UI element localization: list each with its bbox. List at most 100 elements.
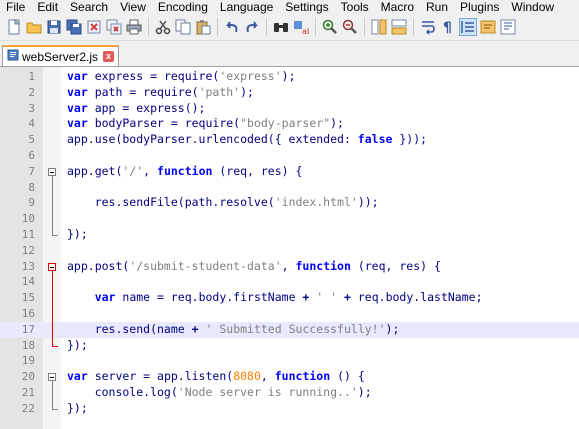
code-token: var: [94, 290, 116, 305]
sync-horizontal-button[interactable]: [391, 19, 407, 35]
menu-settings[interactable]: Settings: [279, 0, 334, 14]
tab-close-icon[interactable]: x: [103, 51, 115, 62]
code-line[interactable]: 9 res.sendFile(path.resolve('index.html'…: [0, 195, 579, 211]
word-wrap-icon: [422, 21, 435, 35]
code-line[interactable]: 17 res.send(name + ' Submitted Successfu…: [0, 321, 579, 338]
code-line[interactable]: 15 var name = req.body.firstName + ' ' +…: [0, 290, 579, 306]
code-line[interactable]: 7 app.get('/', function (req, res) {: [0, 164, 579, 180]
menu-search[interactable]: Search: [64, 0, 114, 14]
tab-webserver2-js[interactable]: webServer2.js x: [2, 45, 120, 66]
cut-button[interactable]: [155, 19, 171, 35]
code-token: }));: [392, 132, 428, 147]
code-token: "body-parser": [240, 116, 331, 131]
notepadpp-window: File Edit Search View Encoding Language Settin…: [0, 0, 579, 429]
show-all-characters-icon: ¶: [443, 20, 452, 35]
zoom-in-icon: [322, 19, 337, 34]
line-number: 8: [28, 180, 35, 194]
code-line[interactable]: 10: [0, 211, 579, 227]
find-button[interactable]: [273, 19, 289, 35]
code-line[interactable]: 20 var server = app.listen(8080, function…: [0, 369, 579, 385]
replace-icon: ab: [294, 21, 309, 35]
menu-edit[interactable]: Edit: [31, 0, 64, 14]
line-number: 21: [21, 386, 35, 399]
code-token: +: [191, 321, 199, 336]
code-line[interactable]: 19: [0, 353, 579, 369]
code-line[interactable]: 21 console.log('Node server is running..…: [0, 385, 579, 401]
code-line[interactable]: 16: [0, 306, 579, 322]
menu-view[interactable]: View: [114, 0, 152, 14]
code-token: function: [157, 163, 213, 178]
menu-file[interactable]: File: [0, 0, 31, 14]
toolbar-separator: [217, 18, 218, 36]
fold-toggle-icon[interactable]: [48, 262, 56, 271]
code-line[interactable]: 14: [0, 274, 579, 290]
code-token: );: [281, 69, 296, 83]
code-line[interactable]: 22});: [0, 401, 579, 417]
menu-encoding[interactable]: Encoding: [152, 0, 214, 14]
code-line[interactable]: 3 var app = express();: [0, 101, 579, 117]
menu-tools[interactable]: Tools: [335, 0, 375, 14]
menu-plugins[interactable]: Plugins: [454, 0, 505, 14]
open-file-button[interactable]: [26, 19, 42, 35]
zoom-out-button[interactable]: [342, 19, 358, 35]
code-text: console.log('Node server is running..');: [67, 385, 372, 401]
indent-guide-button[interactable]: [459, 18, 477, 36]
code-token: ' Submitted Successfully!': [205, 321, 386, 336]
menu-language[interactable]: Language: [214, 0, 279, 14]
zoom-in-button[interactable]: [322, 19, 338, 35]
code-token: var: [67, 116, 88, 131]
code-line[interactable]: 8: [0, 180, 579, 196]
close-button[interactable]: [86, 19, 102, 35]
code-line[interactable]: 12: [0, 243, 579, 259]
code-line[interactable]: 1 var express = require('express');: [0, 69, 579, 85]
menu-macro[interactable]: Macro: [375, 0, 420, 14]
line-number: 1: [28, 70, 35, 83]
code-token: var: [67, 100, 88, 115]
code-text: app.use(bodyParser.urlencoded({ extended…: [67, 132, 427, 148]
code-line[interactable]: 2 var path = require('path');: [0, 85, 579, 101]
code-token: 8080: [233, 369, 261, 384]
user-language-button[interactable]: [480, 19, 496, 35]
menu-bar: File Edit Search View Encoding Language Settin…: [0, 0, 579, 14]
code-line[interactable]: 13 app.post('/submit-student-data', funct…: [0, 259, 579, 275]
undo-button[interactable]: [224, 19, 240, 35]
menu-window[interactable]: Window: [505, 0, 560, 14]
svg-text:ab: ab: [302, 27, 309, 35]
code-token: server = app.listen(: [87, 369, 234, 384]
line-number: 16: [21, 307, 35, 320]
sync-vertical-button[interactable]: [371, 19, 387, 35]
code-line[interactable]: 11});: [0, 227, 579, 243]
code-token: res.send(name: [67, 321, 192, 336]
code-token: );: [330, 116, 344, 131]
close-all-button[interactable]: [106, 19, 122, 35]
menu-run[interactable]: Run: [420, 0, 454, 14]
line-number: 19: [21, 354, 35, 368]
copy-button[interactable]: [175, 19, 191, 35]
save-button[interactable]: [46, 19, 62, 35]
code-text: var path = require('path');: [67, 85, 254, 101]
code-token: app.use(bodyParser.urlencoded({ extended…: [67, 132, 358, 147]
code-line[interactable]: 5 app.use(bodyParser.urlencoded({ extende…: [0, 132, 579, 148]
code-line[interactable]: 4 var bodyParser = require("body-parser")…: [0, 116, 579, 132]
word-wrap-button[interactable]: [420, 19, 436, 35]
fold-end-marker: [52, 408, 58, 410]
save-icon: [47, 20, 61, 34]
print-button[interactable]: [126, 19, 142, 35]
paste-button[interactable]: [195, 19, 211, 35]
redo-button[interactable]: [244, 19, 260, 35]
new-file-button[interactable]: [6, 19, 22, 35]
function-list-button[interactable]: [500, 19, 516, 35]
replace-button[interactable]: ab: [293, 19, 309, 35]
code-editor[interactable]: 1 var express = require('express'); 2 var p…: [0, 67, 579, 429]
code-line[interactable]: 6: [0, 148, 579, 164]
show-all-characters-button[interactable]: ¶: [440, 19, 456, 35]
code-token: });: [67, 400, 88, 415]
fold-toggle-icon[interactable]: [48, 167, 56, 176]
sync-horizontal-icon: [391, 19, 407, 35]
fold-toggle-icon[interactable]: [48, 373, 56, 382]
line-number: 5: [28, 133, 35, 147]
undo-icon: [226, 21, 238, 33]
code-line[interactable]: 18});: [0, 338, 579, 354]
code-text: var name = req.body.firstName + ' ' + re…: [67, 290, 483, 306]
save-all-button[interactable]: [66, 19, 82, 35]
